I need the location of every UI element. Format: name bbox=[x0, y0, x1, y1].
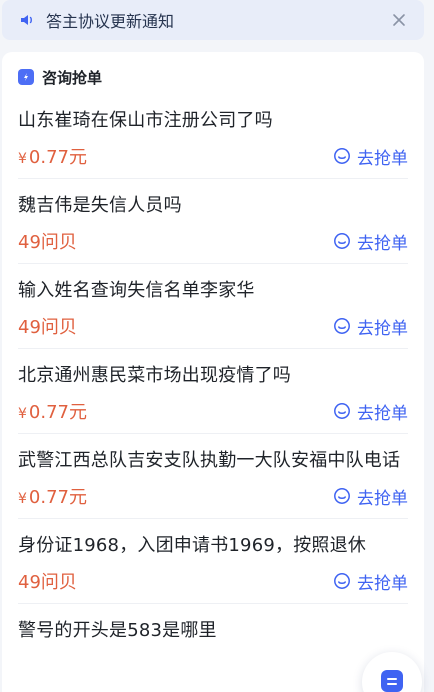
section-title: 咨询抢单 bbox=[42, 68, 103, 87]
reward-price: ¥0.77元 bbox=[18, 398, 87, 424]
question-text: 魏吉伟是失信人员吗 bbox=[18, 195, 182, 216]
grab-order-button[interactable]: 去抢单 bbox=[333, 314, 408, 339]
section-header: 咨询抢单 bbox=[18, 66, 408, 88]
reward-price: 49问贝 bbox=[18, 228, 77, 254]
notice-text: 答主协议更新通知 bbox=[46, 12, 175, 31]
question-text: 武警江西总队吉安支队执勤一大队安福中队电话 bbox=[18, 450, 401, 471]
grab-order-label: 去抢单 bbox=[357, 573, 408, 594]
currency-symbol: ¥ bbox=[18, 151, 27, 167]
item-footer: ¥0.77元 去抢单 bbox=[18, 483, 408, 509]
grab-order-label: 去抢单 bbox=[357, 488, 408, 509]
smile-icon bbox=[334, 573, 350, 589]
item-footer: 49问贝 去抢单 bbox=[18, 568, 408, 594]
grab-order-button[interactable]: 去抢单 bbox=[333, 399, 408, 424]
item-footer: ¥0.77元 去抢单 bbox=[18, 398, 408, 424]
question-text: 身份证1968，入团申请书1969，按照退休 bbox=[18, 535, 367, 556]
grab-order-button[interactable]: 去抢单 bbox=[333, 144, 408, 169]
grab-order-label: 去抢单 bbox=[357, 148, 408, 169]
price-value: 0.77元 bbox=[28, 147, 87, 168]
list-item[interactable]: 身份证1968，入团申请书1969，按照退休 49问贝 去抢单 bbox=[18, 519, 408, 604]
list-item[interactable]: 北京通州惠民菜市场出现疫情了吗 ¥0.77元 去抢单 bbox=[18, 349, 408, 434]
document-icon bbox=[381, 670, 403, 692]
grab-order-label: 去抢单 bbox=[357, 233, 408, 254]
reward-price: ¥0.77元 bbox=[18, 143, 87, 169]
smile-icon bbox=[334, 318, 350, 334]
grab-order-label: 去抢单 bbox=[357, 403, 408, 424]
list-item[interactable]: 山东崔琦在保山市注册公司了吗 ¥0.77元 去抢单 bbox=[18, 94, 408, 179]
consult-badge-icon bbox=[18, 69, 34, 85]
item-footer: ¥0.77元 去抢单 bbox=[18, 143, 408, 169]
close-icon[interactable] bbox=[390, 11, 408, 29]
consult-card: 咨询抢单 山东崔琦在保山市注册公司了吗 ¥0.77元 去抢单 魏吉伟是失信人员吗 49问… bbox=[2, 52, 424, 692]
smile-icon bbox=[334, 148, 350, 164]
reward-price: 49问贝 bbox=[18, 313, 77, 339]
grab-order-button[interactable]: 去抢单 bbox=[333, 484, 408, 509]
price-value: 0.77元 bbox=[28, 487, 87, 508]
reward-price: ¥0.77元 bbox=[18, 483, 87, 509]
list-item[interactable]: 魏吉伟是失信人员吗 49问贝 去抢单 bbox=[18, 179, 408, 264]
item-footer: 49问贝 去抢单 bbox=[18, 313, 408, 339]
speaker-icon bbox=[21, 15, 32, 25]
price-value: 49问贝 bbox=[18, 317, 77, 338]
smile-icon bbox=[334, 488, 350, 504]
question-text: 输入姓名查询失信名单李家华 bbox=[18, 280, 255, 301]
price-value: 49问贝 bbox=[18, 572, 77, 593]
price-value: 49问贝 bbox=[18, 232, 77, 253]
reward-price: 49问贝 bbox=[18, 568, 77, 594]
list-item[interactable]: 警号的开头是583是哪里 bbox=[18, 604, 408, 656]
price-value: 0.77元 bbox=[28, 402, 87, 423]
question-text: 北京通州惠民菜市场出现疫情了吗 bbox=[18, 365, 291, 386]
currency-symbol: ¥ bbox=[18, 491, 27, 507]
grab-order-button[interactable]: 去抢单 bbox=[333, 569, 408, 594]
list-item[interactable]: 输入姓名查询失信名单李家华 49问贝 去抢单 bbox=[18, 264, 408, 349]
grab-order-label: 去抢单 bbox=[357, 318, 408, 339]
grab-order-button[interactable]: 去抢单 bbox=[333, 229, 408, 254]
question-list: 山东崔琦在保山市注册公司了吗 ¥0.77元 去抢单 魏吉伟是失信人员吗 49问贝 去抢单输… bbox=[18, 94, 408, 656]
question-text: 山东崔琦在保山市注册公司了吗 bbox=[18, 110, 273, 131]
smile-icon bbox=[334, 403, 350, 419]
item-footer: 49问贝 去抢单 bbox=[18, 228, 408, 254]
smile-icon bbox=[334, 233, 350, 249]
notice-bar[interactable]: 答主协议更新通知 bbox=[2, 0, 424, 40]
currency-symbol: ¥ bbox=[18, 406, 27, 422]
list-item[interactable]: 武警江西总队吉安支队执勤一大队安福中队电话 ¥0.77元 去抢单 bbox=[18, 434, 408, 519]
question-text: 警号的开头是583是哪里 bbox=[18, 620, 217, 641]
